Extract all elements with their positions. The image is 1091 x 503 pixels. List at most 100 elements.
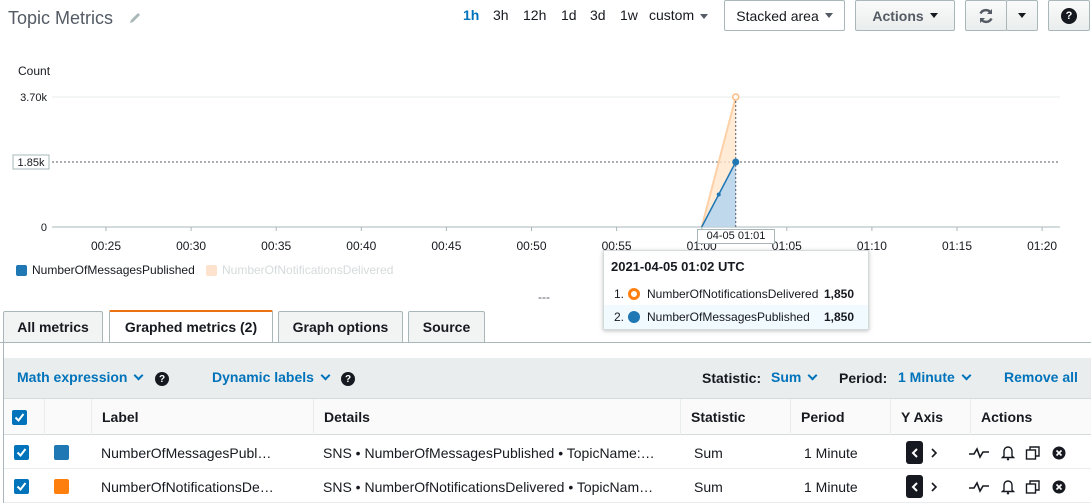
- row-label[interactable]: NumberOfMessagesPubl…: [101, 436, 301, 469]
- metrics-chart[interactable]: Count 0 1.85k 3.70k 00:25 00:30 00:35 00:40 00:4…: [0, 55, 1091, 255]
- range-12h[interactable]: 12h: [523, 7, 546, 23]
- row-checkbox[interactable]: [14, 479, 29, 494]
- color-header: [44, 399, 91, 435]
- range-custom[interactable]: custom: [649, 7, 709, 23]
- page-title: Topic Metrics: [8, 8, 114, 28]
- view-sparkline-icon[interactable]: [968, 470, 990, 503]
- duplicate-icon[interactable]: [1025, 436, 1041, 469]
- help-icon[interactable]: ?: [155, 372, 169, 386]
- y-tick-label: 0: [41, 222, 47, 234]
- check-icon: [16, 448, 27, 458]
- help-button[interactable]: ?: [1048, 0, 1090, 31]
- actions-header: Actions: [970, 399, 1091, 435]
- chart-type-dropdown[interactable]: Stacked area: [724, 0, 845, 31]
- range-3h[interactable]: 3h: [493, 7, 509, 23]
- table-row: NumberOfMessagesPubl… SNS • NumberOfMess…: [4, 436, 1091, 469]
- series-color-swatch[interactable]: [54, 479, 69, 494]
- chevron-right-icon: [931, 481, 938, 492]
- resize-splitter[interactable]: ---: [538, 290, 550, 304]
- row-period[interactable]: 1 Minute: [804, 470, 858, 503]
- table-header: Label Details Statistic Period Y Axis Ac…: [4, 398, 1091, 435]
- create-alarm-bell-icon[interactable]: [1001, 470, 1015, 503]
- legend-item-messages-published[interactable]: NumberOfMessagesPublished: [16, 263, 195, 277]
- remove-all-link[interactable]: Remove all: [1004, 369, 1078, 385]
- math-expression-label: Math expression: [17, 369, 128, 385]
- yaxis-left-button[interactable]: [906, 470, 923, 503]
- range-1d[interactable]: 1d: [561, 7, 577, 23]
- range-1w[interactable]: 1w: [620, 7, 638, 23]
- statistic-dropdown[interactable]: Sum: [771, 369, 818, 385]
- period-header[interactable]: Period: [790, 399, 890, 435]
- yaxis-left-button[interactable]: [906, 436, 923, 469]
- statistic-label: Statistic:: [702, 370, 762, 386]
- tab-source[interactable]: Source: [408, 311, 485, 342]
- statistic-value: Sum: [771, 369, 802, 385]
- range-3d[interactable]: 3d: [590, 7, 606, 23]
- duplicate-icon[interactable]: [1025, 470, 1041, 503]
- caret-down-icon: [700, 13, 709, 19]
- tab-all-metrics[interactable]: All metrics: [3, 311, 103, 342]
- row-checkbox-cell: [14, 436, 29, 469]
- chevron-down-icon: [961, 370, 972, 380]
- actions-dropdown[interactable]: Actions: [855, 0, 955, 31]
- tooltip-title: 2021-04-05 01:02 UTC: [611, 259, 745, 274]
- tooltip-row: 2. NumberOfMessagesPublished 1,850: [604, 305, 868, 329]
- check-icon: [14, 412, 25, 422]
- legend-item-notifications-delivered[interactable]: NumberOfNotificationsDelivered: [206, 263, 393, 277]
- period-value: 1 Minute: [898, 369, 955, 385]
- x-tick-label: 00:25: [91, 239, 121, 253]
- refresh-icon: [979, 8, 993, 23]
- view-sparkline-icon[interactable]: [968, 436, 990, 469]
- chevron-right-icon: [931, 447, 938, 458]
- y-tick-label: 3.70k: [20, 92, 47, 104]
- series-marker-icon: [628, 311, 640, 323]
- yaxis-right-button[interactable]: [930, 470, 938, 503]
- select-all-checkbox[interactable]: [12, 409, 27, 425]
- row-statistic[interactable]: Sum: [694, 436, 723, 469]
- row-checkbox[interactable]: [14, 445, 29, 460]
- edit-pencil-icon[interactable]: [128, 11, 142, 25]
- x-tick-label: 01:20: [1027, 239, 1057, 253]
- yaxis-header: Y Axis: [890, 399, 970, 435]
- custom-label: custom: [649, 7, 695, 23]
- refresh-options-dropdown[interactable]: [1006, 0, 1038, 31]
- dynamic-labels-label: Dynamic labels: [212, 369, 314, 385]
- chevron-down-icon: [807, 370, 818, 380]
- legend-swatch: [16, 264, 27, 276]
- row-statistic[interactable]: Sum: [694, 470, 723, 503]
- chart-type-label: Stacked area: [736, 7, 819, 24]
- chevron-left-icon: [906, 441, 923, 464]
- refresh-button[interactable]: [965, 0, 1007, 31]
- x-tick-label: 01:15: [942, 239, 972, 253]
- dynamic-labels-dropdown[interactable]: Dynamic labels: [212, 369, 331, 385]
- tab-graph-options[interactable]: Graph options: [278, 311, 403, 342]
- create-alarm-bell-icon[interactable]: [1001, 436, 1015, 469]
- period-dropdown[interactable]: 1 Minute: [898, 369, 972, 385]
- tab-graphed-metrics[interactable]: Graphed metrics (2): [109, 310, 273, 342]
- math-expression-dropdown[interactable]: Math expression: [17, 369, 144, 385]
- yaxis-right-button[interactable]: [930, 436, 938, 469]
- crosshair-time-label: 04-05 01:01: [697, 229, 775, 244]
- y-axis-label: Count: [18, 64, 51, 78]
- tooltip-row: 1. NumberOfNotificationsDelivered 1,850: [604, 282, 868, 306]
- table-row: NumberOfNotificationsDe… SNS • NumberOfN…: [4, 470, 1091, 503]
- row-checkbox-cell: [14, 470, 29, 503]
- row-period[interactable]: 1 Minute: [804, 436, 858, 469]
- row-label[interactable]: NumberOfNotificationsDe…: [101, 470, 301, 503]
- legend-label: NumberOfNotificationsDelivered: [222, 263, 394, 277]
- tooltip-series-name: NumberOfNotificationsDelivered: [647, 287, 819, 301]
- series-color-swatch[interactable]: [54, 445, 69, 460]
- x-tick-label: 00:30: [176, 239, 206, 253]
- tooltip-series-name: NumberOfMessagesPublished: [647, 310, 810, 324]
- label-header[interactable]: Label: [91, 399, 313, 435]
- range-1h[interactable]: 1h: [463, 7, 479, 23]
- statistic-header[interactable]: Statistic: [680, 399, 790, 435]
- tooltip-row-index: 1.: [613, 287, 624, 301]
- remove-row-icon[interactable]: [1052, 470, 1066, 503]
- details-header[interactable]: Details: [313, 399, 680, 435]
- x-tick-label: 00:35: [261, 239, 291, 253]
- help-icon[interactable]: ?: [341, 372, 355, 386]
- tooltip-value: 1,850: [823, 287, 854, 301]
- tab-panel-border: [0, 342, 1091, 343]
- remove-row-icon[interactable]: [1052, 436, 1066, 469]
